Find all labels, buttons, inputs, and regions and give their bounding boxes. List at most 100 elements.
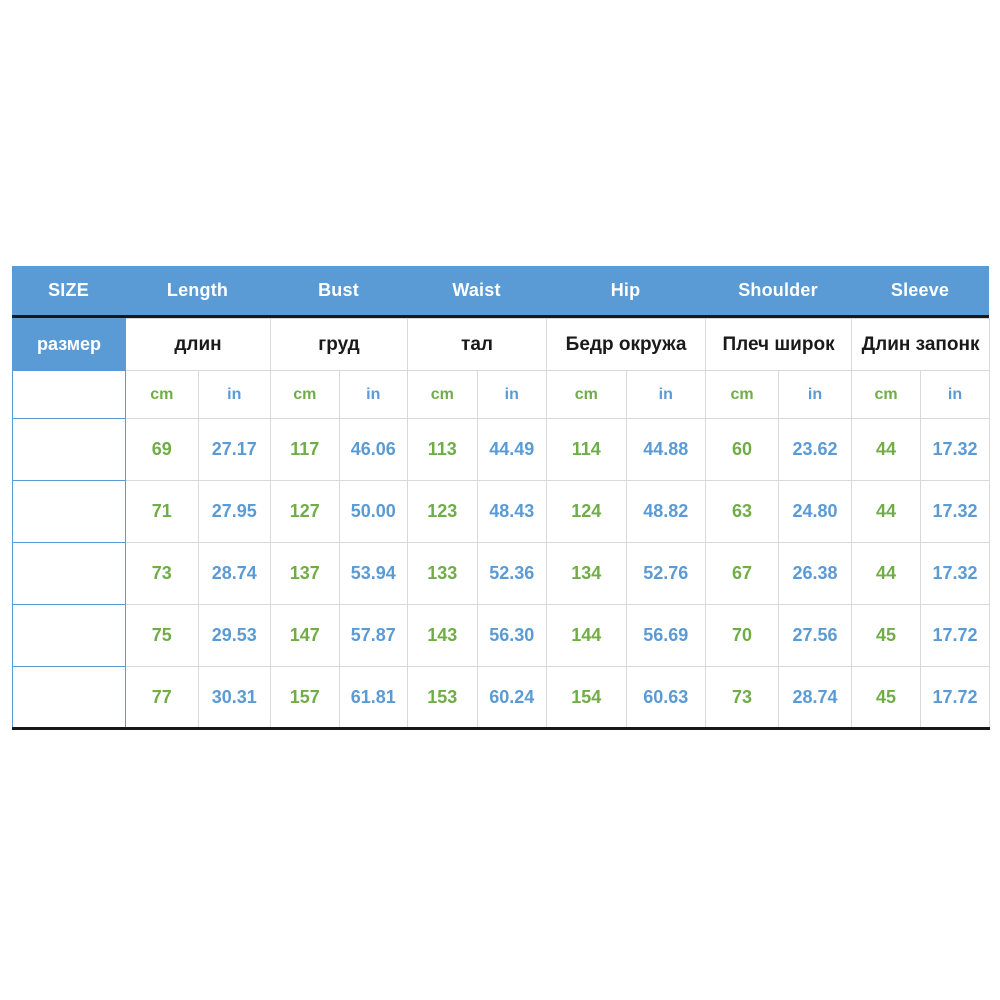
banner-label-hip: Hip [610, 280, 641, 300]
cell-5xl-shoulder-in: 27.56 [778, 604, 853, 667]
cell-4xl-sleeve-in: 17.32 [920, 542, 991, 605]
banner-label-sleeve: Sleeve [890, 280, 950, 300]
cell-3xl-length-in: 27.95 [197, 480, 272, 543]
cell-6xl-length-in: 30.31 [197, 666, 272, 729]
unit-cell-sleeve-cm: cm [851, 370, 922, 419]
cell-2xl-hip-in: 44.88 [625, 418, 707, 481]
cell-5xl-bust-in: 57.87 [338, 604, 409, 667]
measurement-label-hip-ru: Бедр окружа [546, 318, 707, 371]
cell-2xl-length-in: 27.17 [197, 418, 272, 481]
cell-5xl-waist-cm: 143 [407, 604, 478, 667]
cell-6xl-length-cm: 77 [125, 666, 199, 729]
chart-banner: SIZE Length Bust Waist Hip Shoulder Slee… [12, 266, 989, 318]
banner-label-bust: Bust [318, 280, 359, 300]
cell-4xl-length-in: 28.74 [197, 542, 272, 605]
cell-4xl-bust-in: 53.94 [338, 542, 409, 605]
unit-cell-bust-cm: cm [270, 370, 340, 419]
russian-label-row: размер длин груд тал Бедр окружа Плеч ши… [12, 318, 991, 371]
unit-cell-waist-cm: cm [407, 370, 478, 419]
cell-4xl-waist-cm: 133 [407, 542, 478, 605]
size-cell-6xl: 6XL [12, 666, 126, 729]
cell-2xl-shoulder-in: 23.62 [778, 418, 853, 481]
cell-4xl-sleeve-cm: 44 [851, 542, 922, 605]
cell-2xl-shoulder-cm: 60 [705, 418, 780, 481]
cell-4xl-waist-in: 52.36 [476, 542, 548, 605]
cell-2xl-waist-cm: 113 [407, 418, 478, 481]
unit-cell-shoulder-in: in [778, 370, 853, 419]
cell-4xl-hip-in: 52.76 [625, 542, 707, 605]
table-row: 2XL 69 27.17 117 46.06 113 44.49 114 44.88 60 23.6… [12, 418, 991, 481]
cell-6xl-shoulder-in: 28.74 [778, 666, 853, 729]
cell-3xl-length-cm: 71 [125, 480, 199, 543]
size-column-spacer [12, 370, 126, 419]
cell-2xl-waist-in: 44.49 [476, 418, 548, 481]
cell-3xl-hip-cm: 124 [546, 480, 627, 543]
size-cell-5xl: 5XL [12, 604, 126, 667]
cell-6xl-sleeve-in: 17.72 [920, 666, 991, 729]
cell-3xl-sleeve-cm: 44 [851, 480, 922, 543]
measurement-label-length-ru: длин [124, 318, 272, 371]
cell-3xl-shoulder-cm: 63 [705, 480, 780, 543]
banner-label-size: SIZE [48, 280, 89, 300]
cell-5xl-hip-in: 56.69 [625, 604, 707, 667]
size-chart: SIZE Length Bust Waist Hip Shoulder Slee… [12, 266, 991, 730]
cell-3xl-sleeve-in: 17.32 [920, 480, 991, 543]
cell-5xl-shoulder-cm: 70 [705, 604, 780, 667]
cell-6xl-hip-cm: 154 [546, 666, 627, 729]
measurement-label-shoulder-ru: Плеч широк [705, 318, 853, 371]
cell-4xl-shoulder-cm: 67 [705, 542, 780, 605]
cell-6xl-bust-cm: 157 [270, 666, 340, 729]
table-row: 6XL 77 30.31 157 61.81 153 60.24 154 60.63 73 28.7… [12, 666, 991, 729]
cell-6xl-shoulder-cm: 73 [705, 666, 780, 729]
cell-6xl-sleeve-cm: 45 [851, 666, 922, 729]
size-header-ru: размер [12, 318, 126, 371]
cell-5xl-length-in: 29.53 [197, 604, 272, 667]
cell-2xl-length-cm: 69 [125, 418, 199, 481]
cell-3xl-waist-cm: 123 [407, 480, 478, 543]
measurement-label-sleeve-ru: Длин запонк [851, 318, 991, 371]
cell-2xl-sleeve-in: 17.32 [920, 418, 991, 481]
size-cell-2xl: 2XL [12, 418, 126, 481]
cell-4xl-hip-cm: 134 [546, 542, 627, 605]
banner-label-shoulder: Shoulder [738, 280, 818, 300]
unit-row: cm in cm in cm in cm in cm in cm in [12, 370, 991, 419]
cell-2xl-bust-cm: 117 [270, 418, 340, 481]
measurement-label-bust-ru: груд [270, 318, 409, 371]
cell-6xl-hip-in: 60.63 [625, 666, 707, 729]
table-row: 4XL 73 28.74 137 53.94 133 52.36 134 52.76 67 26.3… [12, 542, 991, 605]
cell-5xl-sleeve-in: 17.72 [920, 604, 991, 667]
cell-5xl-bust-cm: 147 [270, 604, 340, 667]
cell-5xl-hip-cm: 144 [546, 604, 627, 667]
cell-6xl-waist-cm: 153 [407, 666, 478, 729]
cell-3xl-bust-in: 50.00 [338, 480, 409, 543]
banner-label-waist: Waist [452, 280, 501, 300]
cell-5xl-waist-in: 56.30 [476, 604, 548, 667]
cell-6xl-bust-in: 61.81 [338, 666, 409, 729]
cell-5xl-sleeve-cm: 45 [851, 604, 922, 667]
cell-3xl-waist-in: 48.43 [476, 480, 548, 543]
unit-cell-length-in: in [197, 370, 272, 419]
cell-6xl-waist-in: 60.24 [476, 666, 548, 729]
cell-2xl-bust-in: 46.06 [338, 418, 409, 481]
measurement-label-waist-ru: тал [407, 318, 548, 371]
size-cell-3xl: 3XL [12, 480, 126, 543]
cell-3xl-hip-in: 48.82 [625, 480, 707, 543]
cell-4xl-length-cm: 73 [125, 542, 199, 605]
cell-5xl-length-cm: 75 [125, 604, 199, 667]
size-table: размер длин груд тал Бедр окружа Плеч ши… [12, 318, 991, 730]
cell-2xl-hip-cm: 114 [546, 418, 627, 481]
size-cell-4xl: 4XL [12, 542, 126, 605]
table-row: 3XL 71 27.95 127 50.00 123 48.43 124 48.82 63 24.8… [12, 480, 991, 543]
unit-cell-bust-in: in [338, 370, 409, 419]
cell-4xl-bust-cm: 137 [270, 542, 340, 605]
cell-3xl-shoulder-in: 24.80 [778, 480, 853, 543]
cell-3xl-bust-cm: 127 [270, 480, 340, 543]
table-row: 5XL 75 29.53 147 57.87 143 56.30 144 56.69 70 27.5… [12, 604, 991, 667]
unit-cell-hip-in: in [625, 370, 707, 419]
unit-cell-shoulder-cm: cm [705, 370, 780, 419]
unit-cell-waist-in: in [476, 370, 548, 419]
cell-2xl-sleeve-cm: 44 [851, 418, 922, 481]
unit-cell-length-cm: cm [125, 370, 199, 419]
unit-cell-hip-cm: cm [546, 370, 627, 419]
unit-cell-sleeve-in: in [920, 370, 991, 419]
